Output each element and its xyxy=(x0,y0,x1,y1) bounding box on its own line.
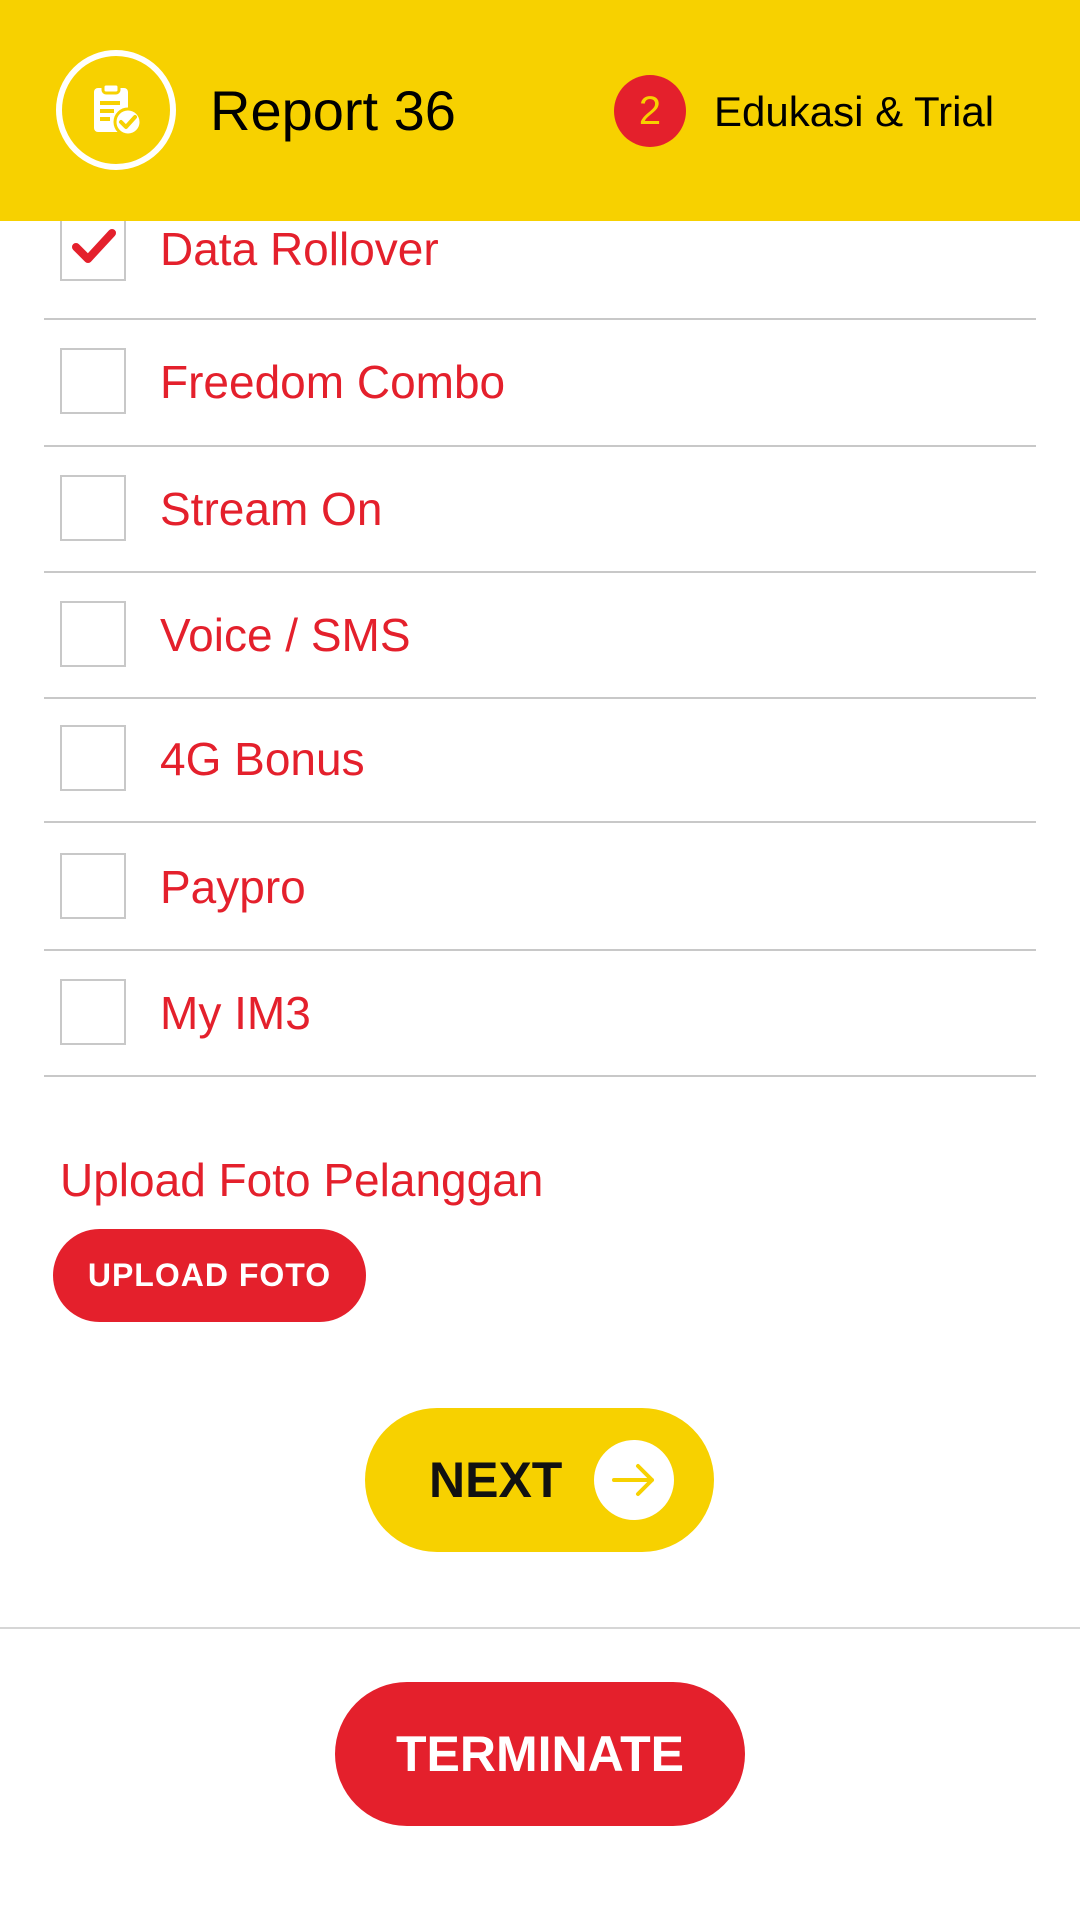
app-header: Report 36 2 Edukasi & Trial xyxy=(0,0,1080,221)
arrow-right-icon xyxy=(594,1440,674,1520)
checkbox[interactable] xyxy=(60,475,126,541)
upload-photo-button[interactable]: UPLOAD FOTO xyxy=(53,1229,366,1322)
step-label: Edukasi & Trial xyxy=(714,88,995,135)
checklist-item-label: Stream On xyxy=(160,483,383,535)
checkbox[interactable] xyxy=(60,348,126,414)
checklist-item-my-im3[interactable]: My IM3 xyxy=(44,951,1036,1077)
checkbox-checked[interactable] xyxy=(60,221,126,281)
next-button-label: NEXT xyxy=(429,1452,563,1508)
checkbox[interactable] xyxy=(60,725,126,791)
checkbox[interactable] xyxy=(60,853,126,919)
checklist-item-freedom-combo[interactable]: Freedom Combo xyxy=(44,320,1036,447)
checklist-item-label: 4G Bonus xyxy=(160,733,365,785)
checklist-item-voice-sms[interactable]: Voice / SMS xyxy=(44,573,1036,699)
checklist-item-stream-on[interactable]: Stream On xyxy=(44,447,1036,573)
report-document-check-icon xyxy=(56,50,176,170)
checklist-item-label: Freedom Combo xyxy=(160,356,506,408)
checkbox[interactable] xyxy=(60,979,126,1045)
upload-section-heading: Upload Foto Pelanggan xyxy=(60,1154,544,1206)
checkbox[interactable] xyxy=(60,601,126,667)
next-button[interactable]: NEXT xyxy=(365,1408,714,1552)
check-icon xyxy=(72,229,116,263)
checklist-item-label: My IM3 xyxy=(160,987,311,1039)
checklist-item-label: Paypro xyxy=(160,861,306,913)
checklist-item-label: Data Rollover xyxy=(160,223,439,275)
checklist-item-paypro[interactable]: Paypro xyxy=(44,823,1036,951)
step-number-badge: 2 xyxy=(614,75,686,147)
checklist-item-4g-bonus[interactable]: 4G Bonus xyxy=(44,699,1036,823)
checklist-item-label: Voice / SMS xyxy=(160,609,411,661)
terminate-button[interactable]: TERMINATE xyxy=(335,1682,745,1826)
page-title: Report 36 xyxy=(210,79,456,142)
checklist-item-data-rollover[interactable]: Data Rollover xyxy=(44,221,1036,320)
divider xyxy=(0,1627,1080,1629)
